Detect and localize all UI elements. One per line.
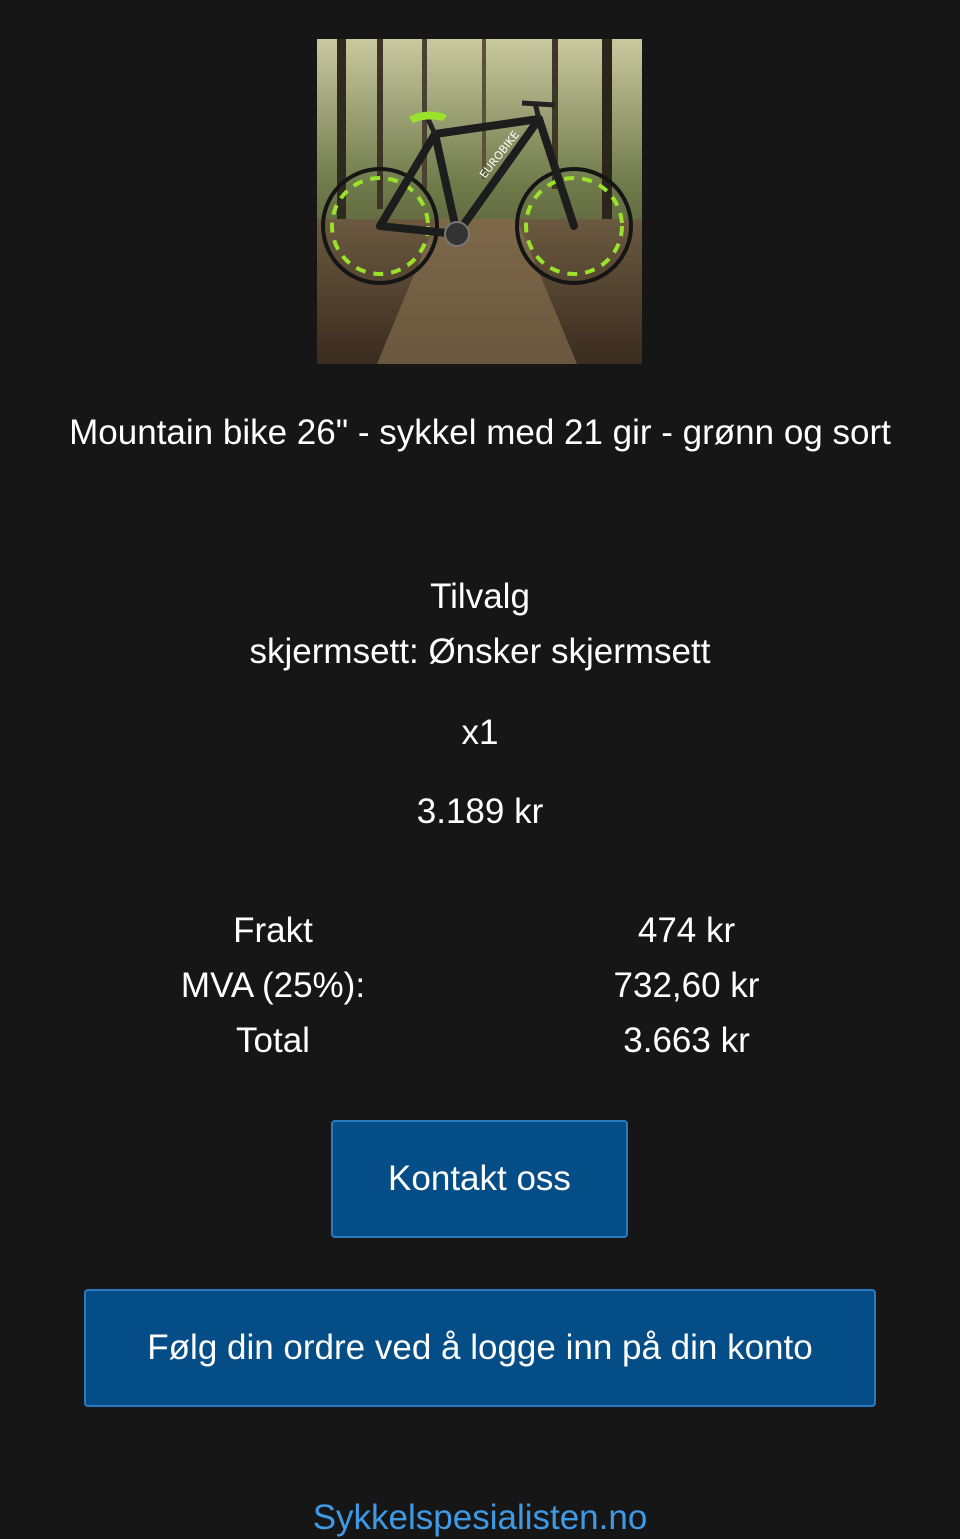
summary-value: 3.663 kr: [623, 1021, 750, 1060]
product-quantity: x1: [461, 713, 499, 752]
options-value: skjermsett: Ønsker skjermsett: [249, 632, 711, 671]
summary-row-total: Total 3.663 kr: [0, 1013, 960, 1068]
summary-row-vat: MVA (25%): 732,60 kr: [0, 958, 960, 1013]
product-title: Mountain bike 26" - sykkel med 21 gir - …: [69, 413, 891, 452]
track-order-button[interactable]: Følg din ordre ved å logge inn på din ko…: [84, 1289, 876, 1407]
summary-label: MVA (25%):: [180, 966, 366, 1005]
product-image: EUROBIKE: [317, 39, 642, 364]
bike-photo: EUROBIKE: [317, 39, 642, 364]
summary-label: Total: [236, 1021, 310, 1060]
summary-label: Frakt: [233, 911, 313, 950]
summary-value: 732,60 kr: [613, 966, 760, 1005]
options-heading: Tilvalg: [430, 577, 530, 616]
product-price: 3.189 kr: [416, 792, 544, 831]
summary-value: 474 kr: [637, 911, 736, 950]
footer-site-link[interactable]: Sykkelspesialisten.no: [0, 1496, 960, 1539]
contact-us-button[interactable]: Kontakt oss: [331, 1120, 628, 1238]
summary-row-shipping: Frakt 474 kr: [0, 903, 960, 958]
